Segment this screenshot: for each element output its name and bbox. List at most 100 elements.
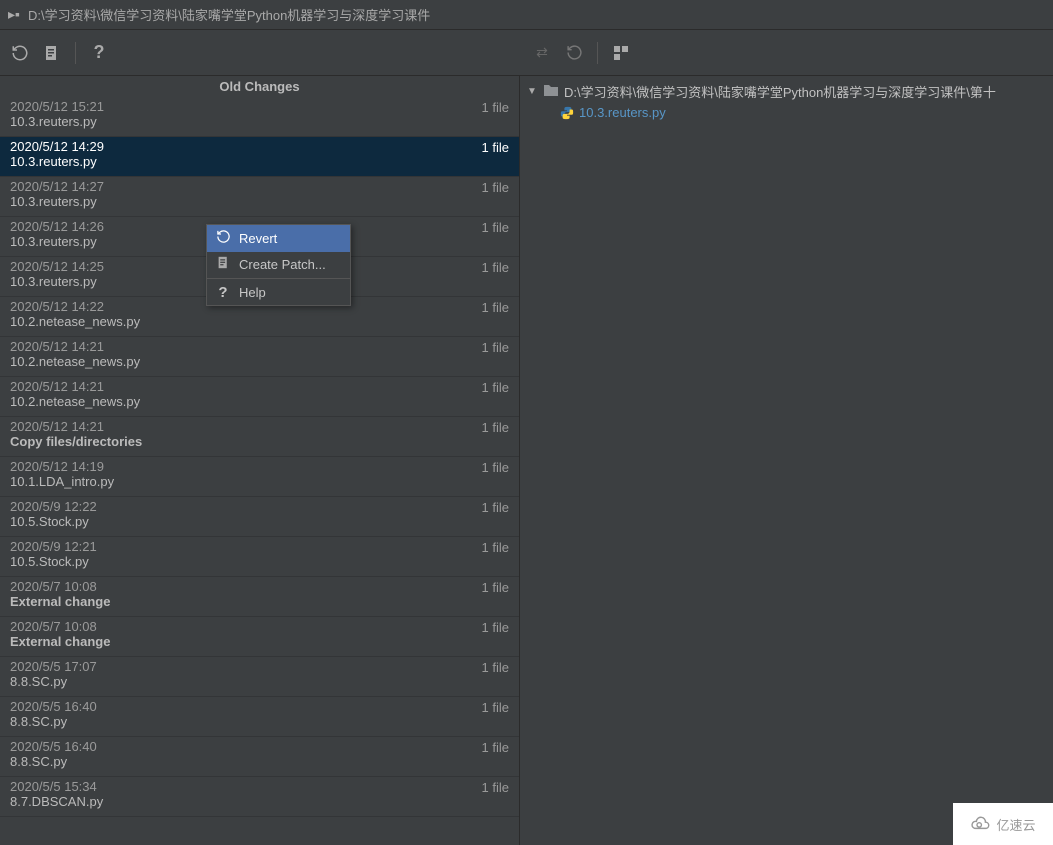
change-item-count: 1 file bbox=[482, 340, 509, 355]
change-item[interactable]: 2020/5/7 10:08External change 1 file bbox=[0, 577, 519, 617]
cloud-icon bbox=[970, 816, 992, 832]
change-item-title: 10.2.netease_news.py bbox=[10, 394, 140, 409]
change-item[interactable]: 2020/5/9 12:2110.5.Stock.py1 file bbox=[0, 537, 519, 577]
change-item-title: 10.3.reuters.py bbox=[10, 154, 104, 169]
change-item-time: 2020/5/5 15:34 bbox=[10, 779, 103, 794]
change-item-title: 10.1.LDA_intro.py bbox=[10, 474, 114, 489]
change-item-left: 2020/5/5 15:348.7.DBSCAN.py bbox=[10, 779, 103, 809]
change-item[interactable]: 2020/5/12 14:2110.2.netease_news.py 1 fil… bbox=[0, 337, 519, 377]
change-item-left: 2020/5/5 17:078.8.SC.py bbox=[10, 659, 97, 689]
change-item-time: 2020/5/12 14:22 bbox=[10, 299, 140, 314]
header-bar: ▸▪ D:\学习资料\微信学习资料\陆家嘴学堂Python机器学习与深度学习课件 bbox=[0, 0, 1053, 30]
watermark-text: 亿速云 bbox=[996, 815, 1035, 834]
tree-root[interactable]: ▼ D:\学习资料\微信学习资料\陆家嘴学堂Python机器学习与深度学习课件\… bbox=[526, 80, 1047, 103]
change-item-time: 2020/5/12 14:29 bbox=[10, 139, 104, 154]
change-item-left: 2020/5/12 14:2110.2.netease_news.py bbox=[10, 379, 140, 409]
change-item-count: 1 file bbox=[482, 580, 509, 595]
change-item-title: 8.8.SC.py bbox=[10, 714, 97, 729]
chevron-down-icon[interactable]: ▼ bbox=[526, 86, 538, 97]
change-item[interactable]: 2020/5/5 16:408.8.SC.py 1 file bbox=[0, 737, 519, 777]
change-item-title: 10.2.netease_news.py bbox=[10, 354, 140, 369]
undo-icon bbox=[566, 44, 583, 61]
change-item-left: 2020/5/7 10:08External change bbox=[10, 579, 110, 609]
change-item[interactable]: 2020/5/12 14:21Copy files/directories1 f… bbox=[0, 417, 519, 457]
change-item-time: 2020/5/9 12:22 bbox=[10, 499, 97, 514]
change-item[interactable]: 2020/5/12 15:2110.3.reuters.py1 file bbox=[0, 97, 519, 137]
group-button[interactable] bbox=[607, 39, 635, 67]
context-create-patch[interactable]: Create Patch... bbox=[207, 252, 350, 277]
group-icon bbox=[613, 45, 629, 61]
change-item-title: 10.3.reuters.py bbox=[10, 234, 104, 249]
patch-icon bbox=[44, 45, 60, 61]
change-item-title: 10.5.Stock.py bbox=[10, 554, 97, 569]
tree-file[interactable]: 10.3.reuters.py bbox=[526, 103, 1047, 122]
undo-icon bbox=[11, 44, 29, 62]
change-item-count: 1 file bbox=[482, 660, 509, 675]
watermark: 亿速云 bbox=[953, 803, 1053, 845]
change-item[interactable]: 2020/5/7 10:08External change 1 file bbox=[0, 617, 519, 657]
change-item-time: 2020/5/12 14:26 bbox=[10, 219, 104, 234]
change-item-title: 10.5.Stock.py bbox=[10, 514, 97, 529]
diff-button[interactable]: ⇄ bbox=[528, 39, 556, 67]
context-revert[interactable]: Revert bbox=[207, 225, 350, 252]
change-item-count: 1 file bbox=[482, 220, 509, 235]
main-area: Old Changes 2020/5/12 15:2110.3.reuters.… bbox=[0, 76, 1053, 845]
change-item-left: 2020/5/5 16:408.8.SC.py bbox=[10, 739, 97, 769]
change-item-count: 1 file bbox=[482, 540, 509, 555]
change-item[interactable]: 2020/5/12 14:2910.3.reuters.py1 file bbox=[0, 137, 519, 177]
context-revert-label: Revert bbox=[239, 231, 277, 246]
change-item-left: 2020/5/7 10:08External change bbox=[10, 619, 110, 649]
change-item[interactable]: 2020/5/9 12:2210.5.Stock.py1 file bbox=[0, 497, 519, 537]
change-item[interactable]: 2020/5/5 17:078.8.SC.py 1 file bbox=[0, 657, 519, 697]
change-item-count: 1 file bbox=[482, 620, 509, 635]
change-item-time: 2020/5/12 14:25 bbox=[10, 259, 104, 274]
help-button[interactable]: ? bbox=[85, 39, 113, 67]
tree-file-name: 10.3.reuters.py bbox=[579, 105, 666, 120]
patch-icon bbox=[215, 256, 231, 273]
change-item-left: 2020/5/12 14:2610.3.reuters.py bbox=[10, 219, 104, 249]
change-item-time: 2020/5/5 16:40 bbox=[10, 739, 97, 754]
change-item-count: 1 file bbox=[482, 700, 509, 715]
change-item-count: 1 file bbox=[482, 180, 509, 195]
create-patch-button[interactable] bbox=[38, 39, 66, 67]
revert-button[interactable] bbox=[6, 39, 34, 67]
context-help[interactable]: ? Help bbox=[207, 280, 350, 305]
toolbar-left: ? bbox=[0, 39, 522, 67]
change-item-time: 2020/5/12 14:21 bbox=[10, 379, 140, 394]
python-icon bbox=[560, 106, 574, 120]
folder-icon bbox=[543, 83, 559, 100]
change-item-count: 1 file bbox=[482, 300, 509, 315]
change-item-title: 8.7.DBSCAN.py bbox=[10, 794, 103, 809]
change-item-count: 1 file bbox=[482, 740, 509, 755]
change-item[interactable]: 2020/5/12 14:2710.3.reuters.py1 file bbox=[0, 177, 519, 217]
changes-panel[interactable]: Old Changes 2020/5/12 15:2110.3.reuters.… bbox=[0, 76, 520, 845]
toolbar-right: ⇄ bbox=[522, 39, 1053, 67]
change-item[interactable]: 2020/5/5 16:408.8.SC.py 1 file bbox=[0, 697, 519, 737]
change-item-title: 10.3.reuters.py bbox=[10, 114, 104, 129]
change-item[interactable]: 2020/5/5 15:348.7.DBSCAN.py1 file bbox=[0, 777, 519, 817]
change-item-count: 1 file bbox=[482, 380, 509, 395]
help-icon: ? bbox=[94, 42, 105, 63]
change-item-time: 2020/5/12 14:21 bbox=[10, 339, 140, 354]
change-item-count: 1 file bbox=[482, 100, 509, 115]
change-item[interactable]: 2020/5/12 14:1910.1.LDA_intro.py 1 file bbox=[0, 457, 519, 497]
change-item-time: 2020/5/12 14:19 bbox=[10, 459, 114, 474]
change-item-title: 10.3.reuters.py bbox=[10, 194, 104, 209]
change-item-left: 2020/5/12 14:1910.1.LDA_intro.py bbox=[10, 459, 114, 489]
change-item-title: External change bbox=[10, 634, 110, 649]
change-item-title: 10.2.netease_news.py bbox=[10, 314, 140, 329]
pin-icon[interactable]: ▸▪ bbox=[8, 6, 20, 23]
panel-header: Old Changes bbox=[0, 76, 519, 97]
toolbar-separator bbox=[597, 42, 598, 64]
change-item-left: 2020/5/12 14:2510.3.reuters.py bbox=[10, 259, 104, 289]
change-item-left: 2020/5/12 14:2910.3.reuters.py bbox=[10, 139, 104, 169]
change-item[interactable]: 2020/5/12 14:2110.2.netease_news.py 1 fil… bbox=[0, 377, 519, 417]
change-item-time: 2020/5/12 14:21 bbox=[10, 419, 142, 434]
change-item-count: 1 file bbox=[482, 460, 509, 475]
undo-icon bbox=[215, 229, 231, 248]
revert-right-button[interactable] bbox=[560, 39, 588, 67]
context-help-label: Help bbox=[239, 285, 266, 300]
change-item-time: 2020/5/7 10:08 bbox=[10, 619, 110, 634]
change-item-left: 2020/5/5 16:408.8.SC.py bbox=[10, 699, 97, 729]
diff-icon: ⇄ bbox=[536, 44, 548, 61]
